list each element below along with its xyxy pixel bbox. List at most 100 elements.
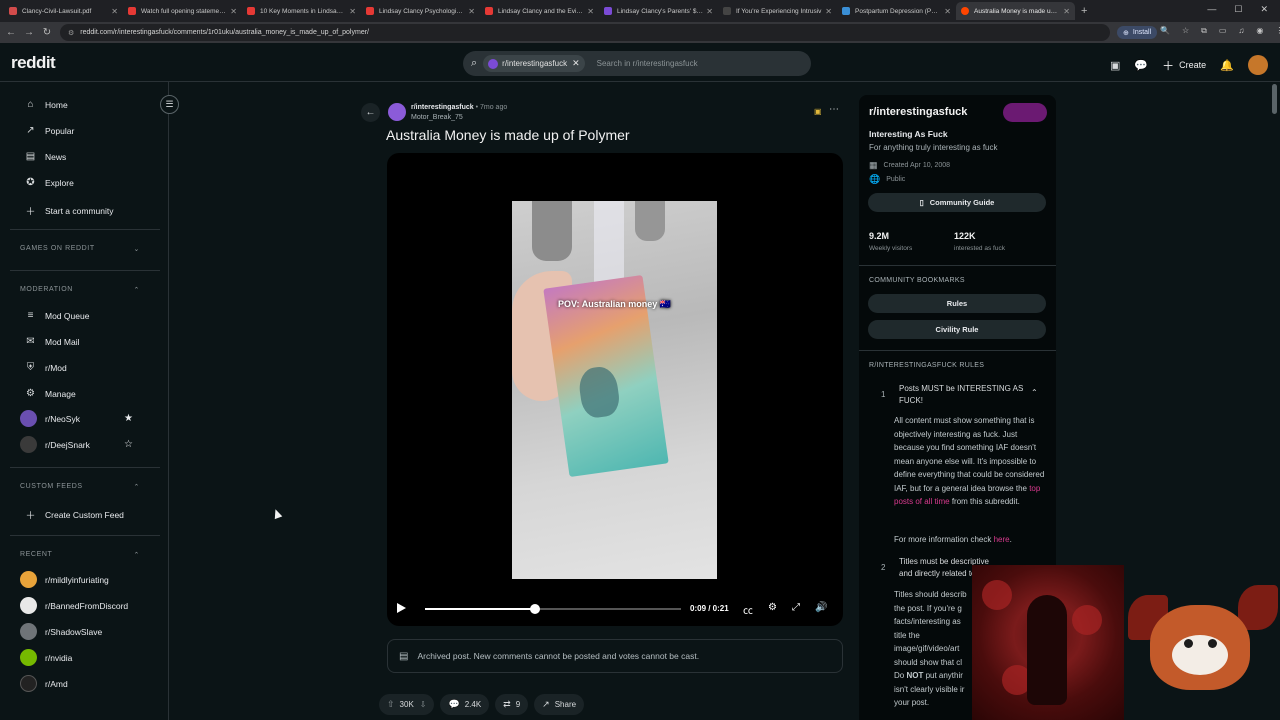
volume-icon[interactable]: 🔊 xyxy=(815,602,827,617)
more-options-icon[interactable]: ⋯ xyxy=(829,104,839,115)
close-tab-icon[interactable]: ✕ xyxy=(1063,7,1070,16)
community-guide-button[interactable]: ▯ Community Guide xyxy=(868,193,1046,212)
forward-arrow-icon[interactable]: → xyxy=(20,27,38,38)
remove-chip-icon[interactable]: ✕ xyxy=(572,58,580,69)
close-tab-icon[interactable]: ✕ xyxy=(349,7,356,16)
url-field[interactable]: ⚙ reddit.com/r/interestingasfuck/comment… xyxy=(60,24,1110,41)
maximize-icon[interactable]: ☐ xyxy=(1234,4,1242,15)
sidebar-item-r-mod[interactable]: ⛨ r/Mod xyxy=(24,362,154,373)
upvote-icon[interactable]: ⇧ xyxy=(387,699,395,710)
sidebar-item-manage[interactable]: ⚙ Manage xyxy=(24,388,154,399)
sidepanel-icon[interactable]: ▭ xyxy=(1219,26,1227,36)
video-seek-handle[interactable] xyxy=(530,604,541,614)
chat-icon[interactable]: 💬 xyxy=(1134,59,1148,72)
sidebar-item-create-custom-feed[interactable]: ＋ Create Custom Feed xyxy=(24,507,154,523)
close-tab-icon[interactable]: ✕ xyxy=(944,7,951,16)
browser-tab[interactable]: Lindsay Clancy's Parents' $1 M ✕ xyxy=(599,2,718,20)
sidebar-item-recent[interactable]: r/BannedFromDiscord xyxy=(20,597,150,614)
bookmark-star-icon[interactable]: ☆ xyxy=(1182,26,1189,36)
fullscreen-icon[interactable]: ⤢ xyxy=(792,602,800,617)
plus-icon: ＋ xyxy=(1162,58,1175,73)
close-tab-icon[interactable]: ✕ xyxy=(587,7,594,16)
browser-tab[interactable]: Lindsay Clancy and the Eviden ✕ xyxy=(480,2,599,20)
search-input[interactable] xyxy=(596,59,797,68)
sidebar-divider xyxy=(10,467,160,468)
sidebar-item-news[interactable]: ▤ News xyxy=(24,151,154,162)
sidebar-item-mod-queue[interactable]: ≡ Mod Queue xyxy=(24,310,154,321)
downvote-icon[interactable]: ⇩ xyxy=(420,700,427,709)
close-tab-icon[interactable]: ✕ xyxy=(825,7,832,16)
collapse-sidebar-button[interactable]: ☰ xyxy=(160,95,179,114)
play-icon[interactable] xyxy=(397,603,406,613)
favorite-star-filled-icon[interactable]: ★ xyxy=(124,413,133,424)
recent-section-toggle[interactable]: RECENT ⌃ xyxy=(20,551,140,559)
sidebar-item-start-community[interactable]: ＋ Start a community xyxy=(24,203,154,219)
captions-icon[interactable]: ㏄ xyxy=(743,602,753,617)
rule-title[interactable]: Posts MUST be INTERESTING AS FUCK! xyxy=(899,383,1029,407)
games-section-toggle[interactable]: GAMES ON REDDIT ⌄ xyxy=(20,245,140,253)
browser-tab[interactable]: Watch full opening statements ✕ xyxy=(123,2,242,20)
crosspost-button[interactable]: ⇄ 9 xyxy=(495,694,529,715)
media-icon[interactable]: ♫ xyxy=(1238,26,1244,36)
browser-tab[interactable]: If You're Experiencing Intrusiv ✕ xyxy=(718,2,837,20)
share-button[interactable]: ↗ Share xyxy=(534,694,585,715)
reddit-favicon-icon xyxy=(961,7,969,15)
sidebar-item-explore[interactable]: ✪ Explore xyxy=(24,177,154,188)
sidebar-item-recent[interactable]: r/nvidia xyxy=(20,649,150,666)
advertise-icon[interactable]: ▣ xyxy=(1110,59,1120,72)
zoom-icon[interactable]: 🔍 xyxy=(1160,26,1170,36)
profile-icon[interactable]: ◉ xyxy=(1256,26,1263,36)
sidebar-item-recent[interactable]: r/Amd xyxy=(20,675,150,692)
browser-tab[interactable]: 10 Key Moments in Lindsay Cla ✕ xyxy=(242,2,361,20)
close-tab-icon[interactable]: ✕ xyxy=(230,7,237,16)
sidebar-item-home[interactable]: ⌂ Home xyxy=(24,99,154,110)
youtube-favicon-icon xyxy=(366,7,374,15)
extensions-icon[interactable]: ⧉ xyxy=(1201,26,1207,36)
back-button[interactable]: ← xyxy=(361,103,380,122)
sidebar-item-popular[interactable]: ↗ Popular xyxy=(24,125,154,136)
settings-gear-icon[interactable]: ⚙ xyxy=(768,602,777,617)
post-author-link[interactable]: Motor_Break_75 xyxy=(411,113,507,123)
join-button[interactable] xyxy=(1003,103,1047,122)
site-info-icon[interactable]: ⚙ xyxy=(68,29,74,37)
user-avatar[interactable] xyxy=(1247,55,1268,75)
favorite-star-outline-icon[interactable]: ☆ xyxy=(124,439,133,450)
sidebar-item-mod-mail[interactable]: ✉ Mod Mail xyxy=(24,336,154,347)
back-arrow-icon[interactable]: ← xyxy=(2,27,20,38)
news-icon: ▤ xyxy=(25,151,36,162)
minimize-icon[interactable]: — xyxy=(1207,4,1216,15)
install-app-button[interactable]: ⊕ Install xyxy=(1117,26,1158,39)
mouse-cursor xyxy=(271,507,283,520)
comments-button[interactable]: 💬 2.4K xyxy=(440,694,490,715)
reddit-logo[interactable]: reddit xyxy=(11,53,56,73)
sidebar-item-recent[interactable]: r/ShadowSlave xyxy=(20,623,150,640)
chevron-up-icon[interactable]: ⌃ xyxy=(1031,388,1038,397)
browser-tab[interactable]: Lindsay Clancy Psychologist Di ✕ xyxy=(361,2,480,20)
custom-feeds-section-toggle[interactable]: CUSTOM FEEDS ⌃ xyxy=(20,483,140,491)
here-link[interactable]: here xyxy=(994,535,1010,544)
browser-tab-active[interactable]: Australia Money is made up of ✕ xyxy=(956,2,1075,20)
sidebar-item-recent[interactable]: r/mildlyinfuriating xyxy=(20,571,150,588)
video-seek-bar[interactable] xyxy=(425,604,681,614)
subreddit-avatar[interactable] xyxy=(388,103,406,121)
browser-tab[interactable]: Postpartum Depression (PPD) ✕ xyxy=(837,2,956,20)
page-scrollbar[interactable] xyxy=(1272,84,1277,114)
moderation-section-toggle[interactable]: MODERATION ⌃ xyxy=(20,286,140,294)
close-tab-icon[interactable]: ✕ xyxy=(111,7,118,16)
community-title[interactable]: r/interestingasfuck xyxy=(869,106,967,118)
close-tab-icon[interactable]: ✕ xyxy=(706,7,713,16)
notifications-bell-icon[interactable]: 🔔 xyxy=(1220,59,1234,72)
video-player[interactable]: POV: Australian money 🇦🇺 0:09 / 0:21 ㏄ ⚙… xyxy=(387,153,843,626)
browser-tab[interactable]: Clancy-Civil-Lawsuit.pdf ✕ xyxy=(4,2,123,20)
browser-menu-icon[interactable]: ⋮ xyxy=(1275,26,1280,36)
close-tab-icon[interactable]: ✕ xyxy=(468,7,475,16)
create-post-button[interactable]: ＋ Create xyxy=(1162,57,1206,74)
close-window-icon[interactable]: ✕ xyxy=(1260,4,1268,15)
post-subreddit-link[interactable]: r/interestingasfuck xyxy=(411,104,474,111)
search-bar[interactable]: ⌕ r/interestingasfuck ✕ xyxy=(463,51,811,76)
bookmark-rules-button[interactable]: Rules xyxy=(868,294,1046,313)
bookmark-civility-rule-button[interactable]: Civility Rule xyxy=(868,320,1046,339)
reload-icon[interactable]: ↻ xyxy=(38,27,56,38)
subreddit-search-chip[interactable]: r/interestingasfuck ✕ xyxy=(483,55,585,72)
new-tab-button[interactable]: + xyxy=(1081,5,1087,17)
